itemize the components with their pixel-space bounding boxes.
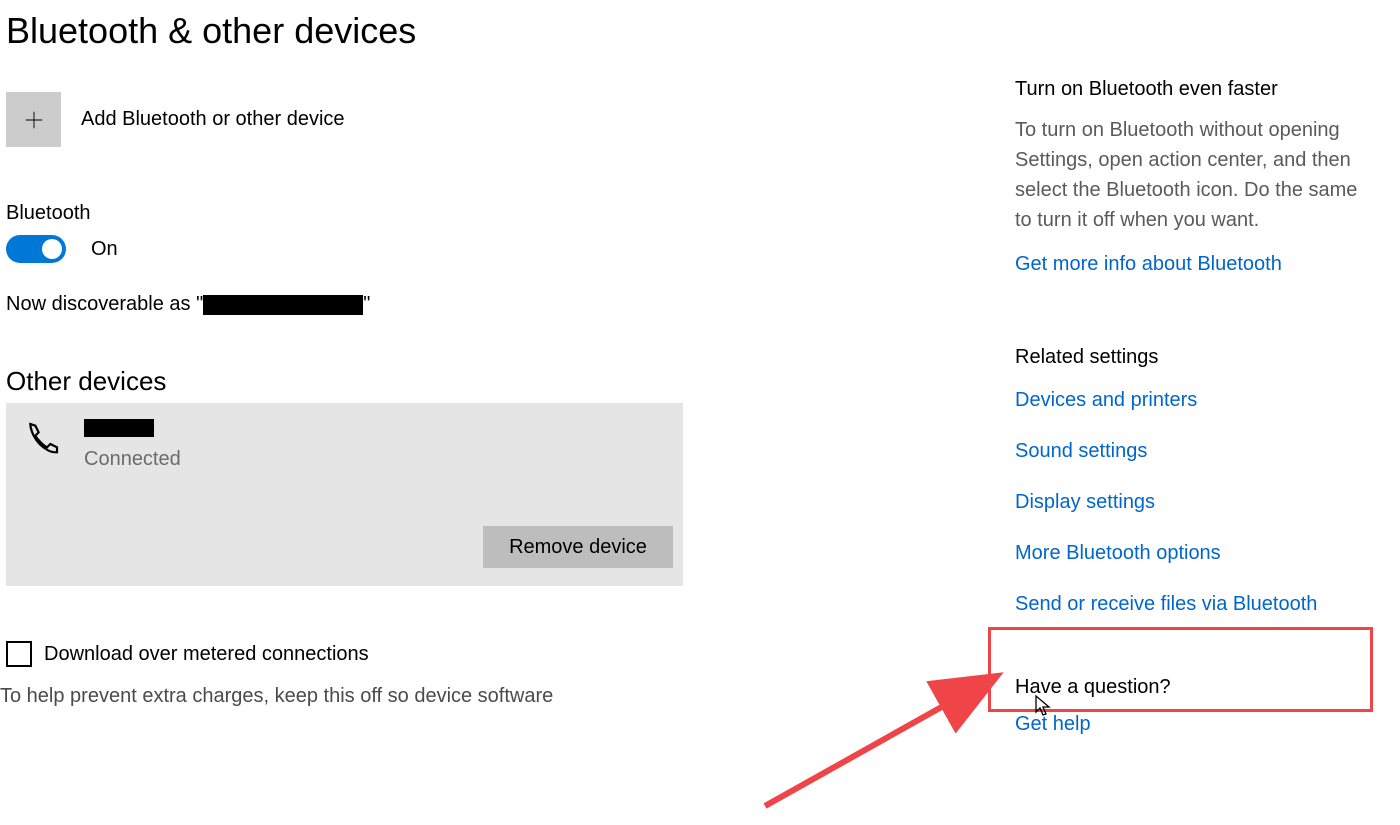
add-device-button[interactable]: Add Bluetooth or other device bbox=[6, 92, 686, 147]
link-more-bluetooth-options[interactable]: More Bluetooth options bbox=[1015, 542, 1375, 565]
add-device-label: Add Bluetooth or other device bbox=[81, 108, 345, 131]
discoverable-prefix: Now discoverable as " bbox=[6, 293, 203, 315]
related-heading: Related settings bbox=[1015, 346, 1375, 369]
annotation-arrow bbox=[760, 666, 1010, 816]
bluetooth-label: Bluetooth bbox=[6, 202, 686, 225]
link-get-help[interactable]: Get help bbox=[1015, 713, 1375, 736]
plus-icon bbox=[6, 92, 61, 147]
bluetooth-toggle[interactable] bbox=[6, 235, 66, 263]
link-display-settings[interactable]: Display settings bbox=[1015, 491, 1375, 514]
tip-heading: Turn on Bluetooth even faster bbox=[1015, 78, 1375, 101]
link-sound-settings[interactable]: Sound settings bbox=[1015, 440, 1375, 463]
other-devices-heading: Other devices bbox=[6, 366, 686, 397]
discoverable-text: Now discoverable as " " bbox=[6, 293, 686, 316]
device-status: Connected bbox=[84, 448, 181, 471]
tip-body: To turn on Bluetooth without opening Set… bbox=[1015, 115, 1375, 235]
phone-icon bbox=[18, 415, 66, 463]
link-devices-and-printers[interactable]: Devices and printers bbox=[1015, 389, 1375, 412]
link-send-receive-files[interactable]: Send or receive files via Bluetooth bbox=[1015, 593, 1375, 616]
device-name-redacted bbox=[84, 419, 154, 437]
tip-section: Turn on Bluetooth even faster To turn on… bbox=[1015, 78, 1375, 276]
page-title: Bluetooth & other devices bbox=[6, 10, 686, 52]
metered-checkbox[interactable] bbox=[6, 641, 32, 667]
toggle-knob bbox=[42, 239, 62, 259]
remove-device-button[interactable]: Remove device bbox=[483, 526, 673, 568]
help-section: Have a question? Get help bbox=[1015, 676, 1375, 736]
bluetooth-toggle-state: On bbox=[91, 238, 118, 261]
related-settings-section: Related settings Devices and printers So… bbox=[1015, 346, 1375, 616]
device-name-redacted bbox=[203, 295, 363, 315]
tip-link[interactable]: Get more info about Bluetooth bbox=[1015, 253, 1375, 276]
device-card[interactable]: Connected Remove device bbox=[6, 403, 683, 586]
metered-label: Download over metered connections bbox=[44, 643, 369, 666]
discoverable-suffix: " bbox=[363, 293, 370, 315]
metered-help-text: To help prevent extra charges, keep this… bbox=[0, 685, 686, 708]
help-heading: Have a question? bbox=[1015, 676, 1375, 699]
